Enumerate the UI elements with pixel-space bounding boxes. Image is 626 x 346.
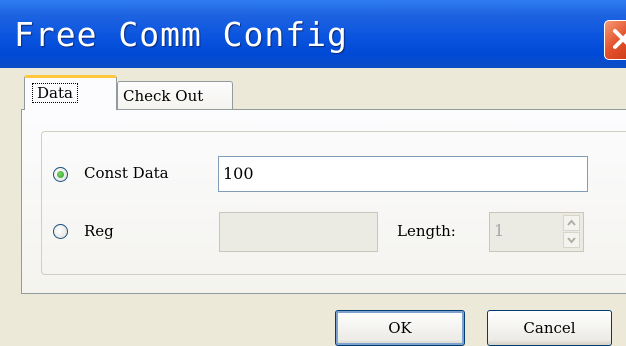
const-data-input[interactable]: 100 bbox=[218, 156, 588, 192]
reg-input[interactable] bbox=[219, 212, 378, 252]
radio-selected-dot bbox=[57, 171, 64, 178]
chevron-down-icon bbox=[567, 237, 576, 244]
length-stepper[interactable]: 1 bbox=[489, 212, 584, 252]
data-source-group bbox=[41, 131, 626, 275]
title-bar[interactable]: Free Comm Config bbox=[0, 0, 626, 68]
close-icon bbox=[613, 29, 626, 49]
tab-data[interactable]: Data bbox=[24, 75, 117, 110]
const-data-label: Const Data bbox=[84, 164, 169, 182]
ok-button[interactable]: OK bbox=[335, 310, 465, 346]
spin-up-button[interactable] bbox=[563, 215, 580, 231]
tab-check-out-label: Check Out bbox=[123, 87, 204, 105]
chevron-up-icon bbox=[567, 219, 576, 226]
tab-check-out[interactable]: Check Out bbox=[117, 81, 233, 110]
length-label: Length: bbox=[397, 222, 456, 240]
length-value: 1 bbox=[494, 221, 505, 240]
reg-radio[interactable] bbox=[53, 224, 68, 239]
reg-label: Reg bbox=[84, 222, 114, 240]
window-title: Free Comm Config bbox=[14, 15, 348, 54]
const-data-radio[interactable] bbox=[53, 167, 68, 182]
tab-data-label: Data bbox=[32, 83, 78, 103]
spin-down-button[interactable] bbox=[563, 232, 580, 248]
close-button[interactable] bbox=[604, 20, 626, 60]
cancel-button[interactable]: Cancel bbox=[487, 310, 612, 346]
